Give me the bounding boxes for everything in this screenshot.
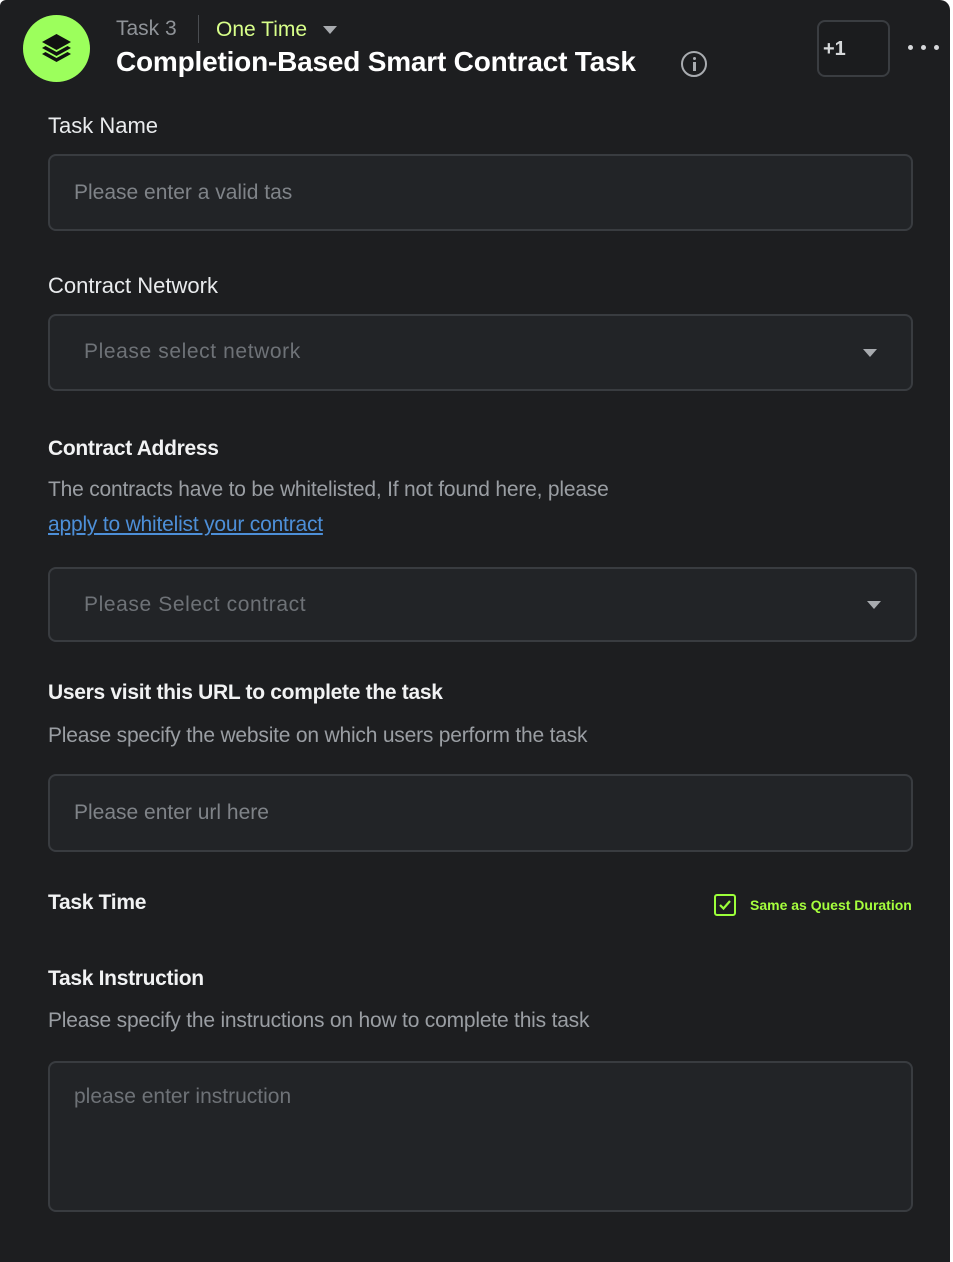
info-icon[interactable] — [681, 51, 707, 77]
instruction-textarea[interactable] — [48, 1061, 913, 1212]
task-logo — [23, 15, 90, 82]
contract-network-label: Contract Network — [48, 273, 218, 298]
count-badge-button[interactable]: +1 — [817, 20, 890, 77]
task-name-input[interactable] — [48, 154, 913, 231]
checkbox-box[interactable] — [714, 894, 736, 916]
task-type-dropdown[interactable]: One Time — [216, 16, 338, 44]
contract-select-placeholder: Please Select contract — [84, 593, 307, 616]
url-helper: Please specify the website on which user… — [48, 724, 588, 747]
task-number: Task 3 — [116, 17, 177, 40]
task-card: Task 3 One Time Completion-Based Smart C… — [0, 0, 950, 1262]
contract-select[interactable]: Please Select contract — [48, 567, 917, 642]
task-instruction-helper: Please specify the instructions on how t… — [48, 1009, 590, 1032]
caret-down-icon — [323, 26, 338, 34]
network-select-placeholder: Please select network — [84, 340, 301, 363]
task-type-label: One Time — [216, 18, 308, 41]
task-time-label: Task Time — [48, 891, 147, 914]
contract-address-helper: The contracts have to be whitelisted, If… — [48, 478, 609, 501]
stack-layers-icon — [42, 34, 71, 62]
task-instruction-label: Task Instruction — [48, 967, 204, 990]
url-label: Users visit this URL to complete the tas… — [48, 681, 443, 704]
header-divider — [198, 15, 199, 43]
contract-address-label: Contract Address — [48, 437, 219, 460]
same-as-quest-duration-label: Same as Quest Duration — [750, 897, 912, 913]
caret-down-icon — [863, 349, 877, 357]
task-title: Completion-Based Smart Contract Task — [116, 46, 636, 77]
whitelist-contract-link[interactable]: apply to whitelist your contract — [48, 513, 323, 537]
task-name-label: Task Name — [48, 113, 159, 138]
checkmark-icon — [719, 900, 731, 911]
same-as-quest-duration-checkbox[interactable]: Same as Quest Duration — [714, 894, 912, 916]
url-input[interactable] — [48, 774, 913, 852]
more-options-icon[interactable] — [906, 44, 940, 52]
caret-down-icon — [867, 601, 881, 609]
network-select[interactable]: Please select network — [48, 314, 913, 391]
